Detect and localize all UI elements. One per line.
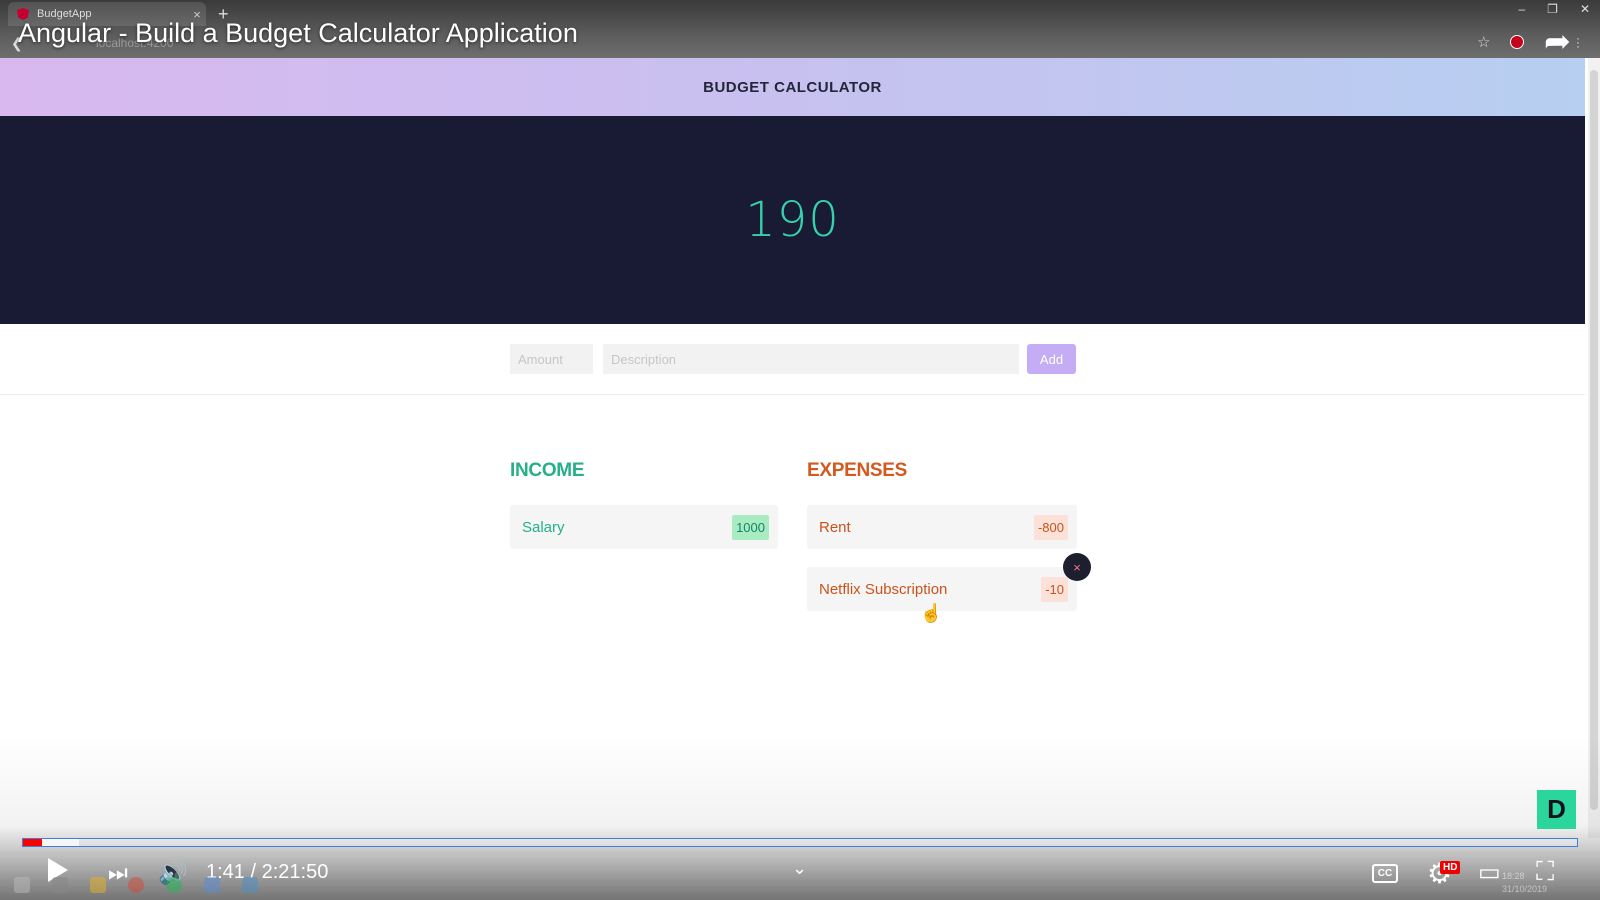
app-icon[interactable]: [204, 877, 220, 893]
window-controls: – ❐ ✕: [1518, 2, 1590, 16]
spotify-icon[interactable]: [166, 877, 182, 893]
cast-icon[interactable]: ▭: [1478, 858, 1501, 887]
scrollbar-thumb[interactable]: [1590, 70, 1598, 810]
hand-cursor-icon: ☝: [920, 603, 943, 623]
windows-taskbar: [0, 870, 340, 900]
expense-item-amount: -10: [1041, 576, 1068, 602]
channel-badge[interactable]: D: [1537, 790, 1576, 829]
income-item-description: Salary: [522, 518, 565, 536]
section-divider: [0, 394, 1585, 395]
chevron-down-icon[interactable]: ⌄: [792, 858, 807, 879]
browser-menu-icon[interactable]: · · ·: [1576, 32, 1580, 52]
balance-panel: 190: [0, 116, 1585, 324]
vscode-icon[interactable]: [242, 877, 258, 893]
clock-date: 31/10/2019: [1502, 884, 1548, 894]
balance-value: 190: [745, 192, 840, 248]
minimize-icon[interactable]: –: [1518, 2, 1525, 16]
expense-item-amount: -800: [1033, 514, 1068, 540]
expense-item-description: Rent: [819, 518, 851, 536]
system-clock: 18:28 31/10/2019: [1502, 870, 1547, 896]
app-title: BUDGET CALCULATOR: [703, 78, 882, 96]
income-item-amount: 1000: [732, 514, 769, 540]
amount-input[interactable]: [510, 344, 593, 374]
extension-icon[interactable]: [1510, 35, 1524, 49]
app-header: BUDGET CALCULATOR: [0, 58, 1585, 116]
chrome-icon[interactable]: [128, 877, 144, 893]
restore-icon[interactable]: ❐: [1547, 2, 1558, 16]
played-progress: [23, 839, 42, 846]
video-title[interactable]: Angular - Build a Budget Calculator Appl…: [18, 18, 578, 49]
description-input[interactable]: [603, 344, 1019, 374]
clock-time: 18:28: [1502, 871, 1525, 881]
start-icon[interactable]: [14, 877, 30, 893]
add-button[interactable]: Add: [1027, 344, 1076, 374]
explorer-icon[interactable]: [90, 877, 106, 893]
expenses-heading: EXPENSES: [807, 460, 908, 481]
expense-item-rent[interactable]: Rent -800: [807, 505, 1077, 549]
share-icon[interactable]: ➦: [1544, 22, 1571, 60]
income-item-salary[interactable]: Salary 1000: [510, 505, 778, 549]
close-window-icon[interactable]: ✕: [1580, 2, 1590, 16]
expense-item-description: Netflix Subscription: [819, 580, 948, 598]
hd-badge: HD: [1440, 861, 1461, 874]
income-heading: INCOME: [510, 460, 585, 481]
bookmark-star-icon[interactable]: ☆: [1477, 33, 1490, 51]
delete-item-button[interactable]: ×: [1063, 553, 1091, 581]
subtitles-icon[interactable]: CC: [1372, 864, 1398, 883]
video-progress-bar[interactable]: [22, 838, 1578, 847]
search-icon[interactable]: [52, 877, 68, 893]
